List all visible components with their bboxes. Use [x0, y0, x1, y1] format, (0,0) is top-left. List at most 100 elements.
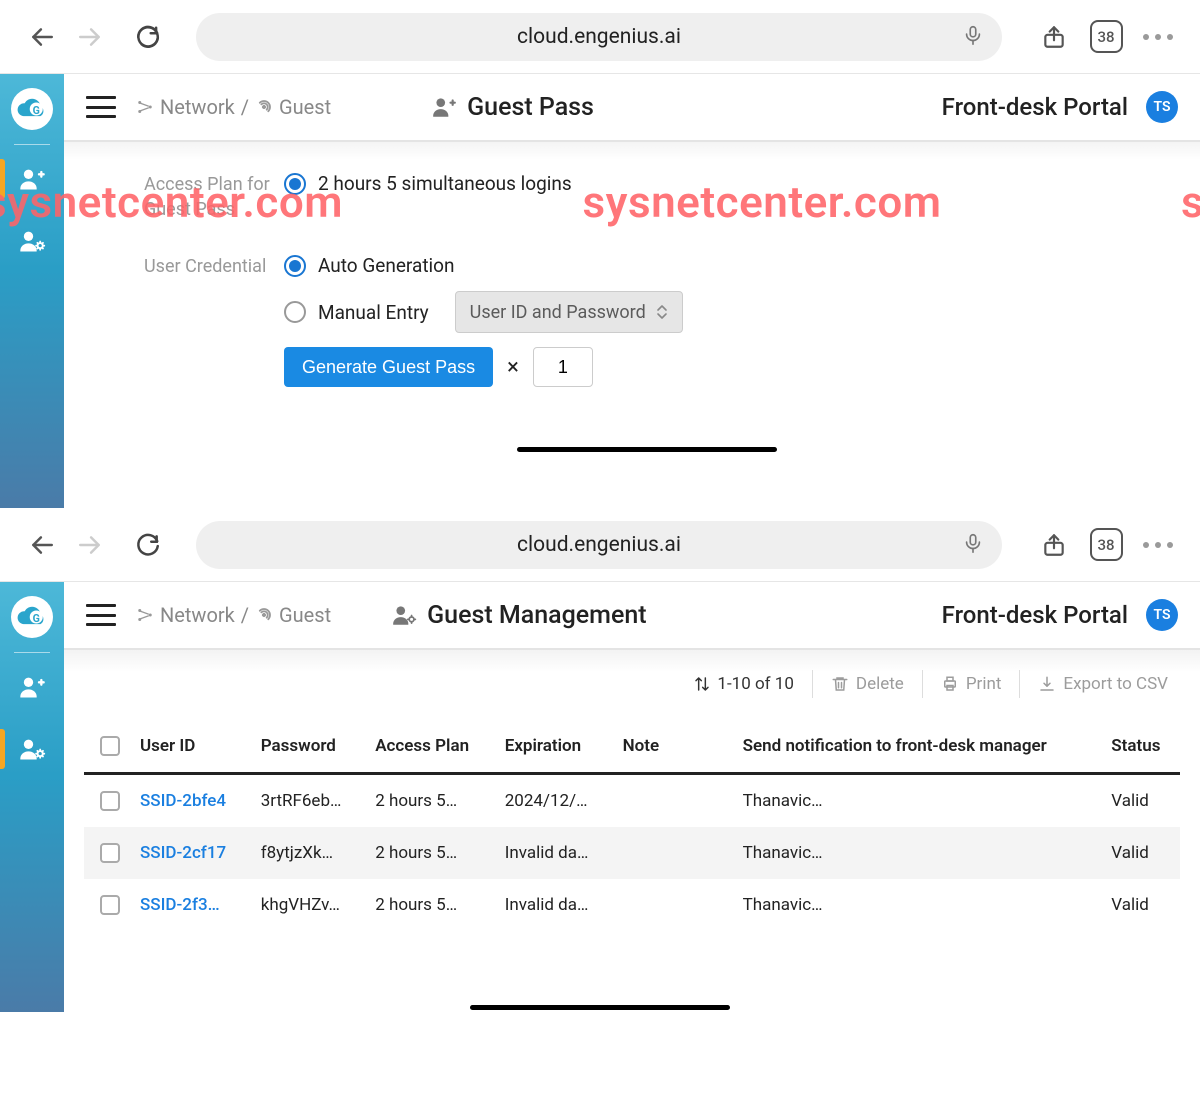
print-label: Print — [966, 674, 1002, 694]
delete-button[interactable]: Delete — [831, 674, 904, 694]
breadcrumb-network: Network — [160, 95, 235, 119]
share-icon[interactable] — [1032, 523, 1076, 567]
credential-type-select[interactable]: User ID and Password — [455, 291, 683, 333]
export-label: Export to CSV — [1063, 674, 1168, 694]
access-plan-option[interactable]: 2 hours 5 simultaneous logins — [284, 172, 1150, 195]
select-all-checkbox[interactable] — [100, 736, 120, 756]
cell-password: 3rtRF6eb… — [251, 774, 365, 828]
app-logo[interactable]: G — [11, 88, 53, 130]
menu-icon[interactable] — [86, 604, 116, 626]
access-plan-label: Access Plan for Guest Pass — [144, 172, 284, 222]
cell-notify: Thanavic… — [733, 827, 1102, 879]
cell-note — [613, 774, 733, 828]
overflow-menu-icon[interactable] — [1136, 523, 1180, 567]
svg-text:G: G — [33, 612, 40, 625]
cell-password: f8ytjzXk… — [251, 827, 365, 879]
cell-notify: Thanavic… — [733, 774, 1102, 828]
breadcrumb-sep: / — [241, 95, 249, 119]
guest-table: User ID Password Access Plan Expiration … — [84, 720, 1180, 931]
cell-user-id[interactable]: SSID-2bfe4 — [130, 774, 251, 828]
forward-button[interactable] — [68, 15, 112, 59]
breadcrumb[interactable]: Network / Guest — [136, 603, 331, 627]
row-checkbox[interactable] — [100, 843, 120, 863]
avatar-initials: TS — [1153, 99, 1170, 115]
breadcrumb-sep: / — [241, 603, 249, 627]
page-title: Guest Management — [391, 601, 646, 630]
avatar-initials: TS — [1153, 607, 1170, 623]
col-status[interactable]: Status — [1101, 720, 1180, 774]
print-button[interactable]: Print — [941, 674, 1002, 694]
row-checkbox[interactable] — [100, 791, 120, 811]
col-note[interactable]: Note — [613, 720, 733, 774]
cell-user-id[interactable]: SSID-2f3… — [130, 879, 251, 931]
cell-note — [613, 879, 733, 931]
page-title-text: Guest Management — [427, 601, 646, 630]
page-header-1: Network / Guest Guest Pass Front-desk Po… — [64, 74, 1200, 142]
sidebar-divider — [14, 144, 50, 145]
col-password[interactable]: Password — [251, 720, 365, 774]
main-area-2: Network / Guest Guest Management Front-d… — [64, 582, 1200, 1012]
col-access-plan[interactable]: Access Plan — [365, 720, 495, 774]
col-expiration[interactable]: Expiration — [495, 720, 613, 774]
microphone-icon[interactable] — [962, 24, 984, 50]
avatar[interactable]: TS — [1146, 599, 1178, 631]
cell-status: Valid — [1101, 827, 1180, 879]
cell-access-plan: 2 hours 5… — [365, 774, 495, 828]
table-row[interactable]: SSID-2f3…khgVHZv…2 hours 5…Invalid da…Th… — [84, 879, 1180, 931]
app-logo[interactable]: G — [11, 596, 53, 638]
sidebar-item-guest-pass[interactable] — [0, 151, 64, 207]
sidebar-item-guest-pass[interactable] — [0, 659, 64, 715]
export-csv-button[interactable]: Export to CSV — [1038, 674, 1168, 694]
table-row[interactable]: SSID-2cf17f8ytjzXk…2 hours 5…Invalid da…… — [84, 827, 1180, 879]
col-user-id[interactable]: User ID — [130, 720, 251, 774]
app-frame-1: G Network / Guest Guest Pass Front-de — [0, 74, 1200, 508]
sidebar-2: G — [0, 582, 64, 1012]
col-notify[interactable]: Send notification to front-desk manager — [733, 720, 1102, 774]
address-bar[interactable]: cloud.engenius.ai — [196, 13, 1002, 61]
portal-label[interactable]: Front-desk Portal — [942, 93, 1128, 121]
breadcrumb-guest: Guest — [279, 603, 331, 627]
reload-button[interactable] — [126, 15, 170, 59]
sidebar-item-guest-management[interactable] — [0, 213, 64, 269]
forward-button[interactable] — [68, 523, 112, 567]
breadcrumb-network: Network — [160, 603, 235, 627]
back-button[interactable] — [20, 15, 64, 59]
svg-text:G: G — [33, 104, 40, 117]
generate-guest-pass-button[interactable]: Generate Guest Pass — [284, 347, 493, 387]
manual-entry-radio[interactable]: Manual Entry User ID and Password — [284, 291, 1150, 333]
cell-note — [613, 827, 733, 879]
url-text: cloud.engenius.ai — [517, 533, 681, 557]
auto-generation-radio[interactable]: Auto Generation — [284, 254, 1150, 277]
times-icon: × — [507, 355, 519, 380]
share-icon[interactable] — [1032, 15, 1076, 59]
tab-count[interactable]: 38 — [1084, 15, 1128, 59]
reload-button[interactable] — [126, 523, 170, 567]
avatar[interactable]: TS — [1146, 91, 1178, 123]
overflow-menu-icon[interactable] — [1136, 15, 1180, 59]
sort-icon — [694, 676, 710, 692]
table-row[interactable]: SSID-2bfe43rtRF6eb…2 hours 5…2024/12/…Th… — [84, 774, 1180, 828]
radio-icon — [284, 173, 306, 195]
page-title-text: Guest Pass — [467, 93, 594, 122]
delete-label: Delete — [856, 674, 904, 694]
cell-user-id[interactable]: SSID-2cf17 — [130, 827, 251, 879]
back-button[interactable] — [20, 523, 64, 567]
portal-label[interactable]: Front-desk Portal — [942, 601, 1128, 629]
auto-gen-text: Auto Generation — [318, 254, 455, 277]
breadcrumb[interactable]: Network / Guest — [136, 95, 331, 119]
row-checkbox[interactable] — [100, 895, 120, 915]
tab-count-value: 38 — [1097, 536, 1114, 554]
address-bar[interactable]: cloud.engenius.ai — [196, 521, 1002, 569]
credential-select-text: User ID and Password — [470, 302, 646, 323]
sort-toggle[interactable]: 1-10 of 10 — [694, 674, 794, 694]
user-credential-label: User Credential — [144, 254, 284, 387]
quantity-input[interactable] — [533, 347, 593, 387]
table-toolbar: 1-10 of 10 Delete Print Export to CSV — [64, 650, 1200, 706]
cell-notify: Thanavic… — [733, 879, 1102, 931]
home-indicator — [470, 1005, 730, 1010]
menu-icon[interactable] — [86, 96, 116, 118]
sidebar-item-guest-management[interactable] — [0, 721, 64, 777]
tab-count[interactable]: 38 — [1084, 523, 1128, 567]
access-plan-option-text: 2 hours 5 simultaneous logins — [318, 172, 572, 195]
microphone-icon[interactable] — [962, 532, 984, 558]
